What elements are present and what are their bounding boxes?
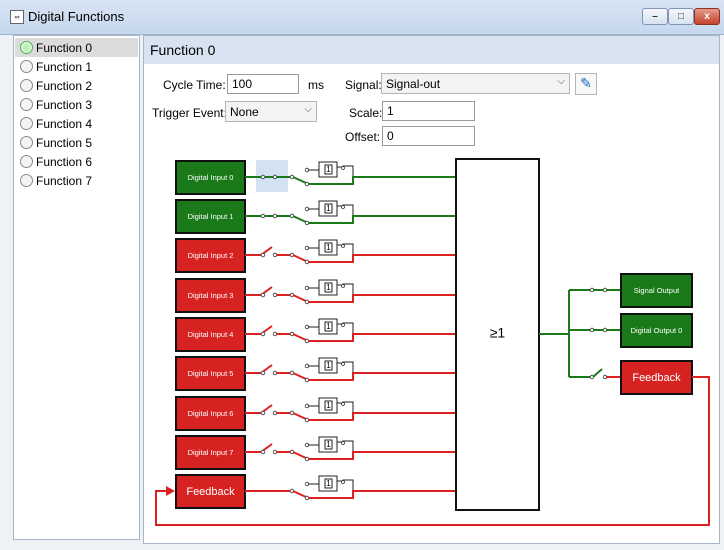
delay-label-5: 1	[326, 361, 331, 370]
delay-output-wire	[337, 322, 354, 334]
input-label-4: Digital Input 4	[188, 330, 234, 339]
delay-output-wire	[337, 243, 354, 255]
contact-icon	[341, 402, 345, 406]
contact-icon	[341, 244, 345, 248]
input-label-1: Digital Input 1	[188, 212, 234, 221]
wire-to-gate	[308, 451, 456, 460]
delay-label-0: 1	[326, 165, 331, 174]
input-label-6: Digital Input 6	[188, 409, 234, 418]
contact-icon	[260, 449, 266, 455]
delay-label-3: 1	[326, 283, 331, 292]
delay-label-2: 1	[326, 243, 331, 252]
output-label-1: Digital Output 0	[631, 326, 683, 335]
delay-output-wire	[337, 283, 354, 295]
delay-output-wire	[337, 440, 354, 452]
delay-output-wire	[337, 401, 354, 413]
contact-icon	[341, 362, 345, 366]
delay-label-8: 1	[326, 479, 331, 488]
delay-label-4: 1	[326, 322, 331, 331]
logic-diagram: Digital Input 0 1 Digital Input 1 1 Digital …	[155, 158, 710, 526]
changeover-switch[interactable]	[292, 490, 307, 498]
contact-icon	[341, 323, 345, 327]
contact-icon	[341, 166, 345, 170]
input-label-3: Digital Input 3	[188, 291, 234, 300]
input-label-8: Feedback	[186, 486, 235, 498]
wire-to-gate	[308, 372, 456, 381]
contact-icon	[341, 480, 345, 484]
contact-icon	[260, 252, 266, 258]
changeover-switch[interactable]	[292, 176, 307, 184]
changeover-switch[interactable]	[292, 451, 307, 459]
wire-to-gate	[308, 490, 456, 499]
wire-to-gate	[308, 215, 456, 224]
contact-icon	[260, 410, 266, 416]
delay-label-1: 1	[326, 204, 331, 213]
wire-to-gate	[308, 333, 456, 342]
delay-output-wire	[337, 204, 354, 216]
contact-icon	[260, 213, 266, 219]
output-label-0: Signal Output	[634, 286, 680, 295]
input-label-2: Digital Input 2	[188, 251, 234, 260]
delay-output-wire	[337, 165, 354, 177]
input-label-5: Digital Input 5	[188, 369, 234, 378]
changeover-switch[interactable]	[292, 215, 307, 223]
changeover-switch[interactable]	[292, 412, 307, 420]
changeover-switch[interactable]	[292, 333, 307, 341]
delay-output-wire	[337, 361, 354, 373]
delay-label-7: 1	[326, 440, 331, 449]
contact-icon	[341, 441, 345, 445]
contact-icon	[260, 174, 266, 180]
input-label-7: Digital Input 7	[188, 448, 234, 457]
delay-output-wire	[337, 479, 354, 491]
delay-label-6: 1	[326, 401, 331, 410]
contact-icon	[341, 284, 345, 288]
wire-to-gate	[308, 176, 456, 185]
wire-to-gate	[308, 254, 456, 263]
wire-to-gate	[308, 412, 456, 421]
contact-icon	[260, 331, 266, 337]
changeover-switch[interactable]	[292, 372, 307, 380]
contact-icon	[341, 205, 345, 209]
contact-icon	[260, 292, 266, 298]
or-gate-label: ≥1	[490, 325, 506, 341]
changeover-switch[interactable]	[292, 294, 307, 302]
arrow-right-icon	[166, 486, 175, 496]
wire-to-gate	[308, 294, 456, 303]
changeover-switch[interactable]	[292, 254, 307, 262]
output-label-2: Feedback	[632, 372, 681, 384]
contact-icon	[260, 370, 266, 376]
switch-open[interactable]	[592, 368, 603, 378]
input-label-0: Digital Input 0	[188, 173, 234, 182]
